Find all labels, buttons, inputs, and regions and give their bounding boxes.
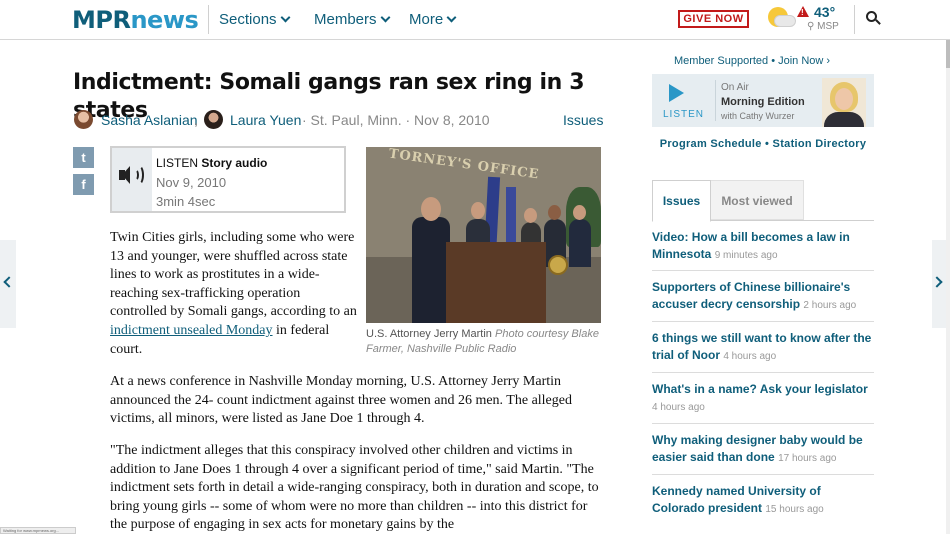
list-item[interactable]: 6 things we still want to know after the… xyxy=(652,330,876,365)
dateline: · St. Paul, Minn. · Nov 8, 2010 xyxy=(302,112,490,128)
host-photo xyxy=(822,78,866,127)
listen-label[interactable]: LISTEN xyxy=(663,109,704,120)
article-paragraph: Twin Cities girls, including some who we… xyxy=(110,230,357,357)
mpr-news-logo[interactable]: MPRnews xyxy=(72,6,199,34)
browser-status-bar: Waiting for www.mprnews.org... xyxy=(0,527,76,534)
list-item[interactable]: Why making designer baby would be easier… xyxy=(652,432,876,467)
location-pin-icon: ⚲ xyxy=(807,21,815,32)
speaker-icon[interactable] xyxy=(112,148,152,211)
header-divider xyxy=(854,5,855,34)
weather-location: ⚲ MSP xyxy=(807,21,839,32)
facebook-icon: f xyxy=(81,177,86,192)
host-name: with Cathy Wurzer xyxy=(721,111,795,121)
partly-cloudy-icon[interactable] xyxy=(766,5,796,31)
site-header: MPRnews Sections Members More GIVE NOW !… xyxy=(0,0,950,40)
chevron-down-icon xyxy=(280,12,290,23)
author-link[interactable]: Sasha Aslanian xyxy=(101,112,198,128)
show-name[interactable]: Morning Edition xyxy=(721,96,805,108)
list-item[interactable]: What's in a name? Ask your legislator 4 h… xyxy=(652,381,876,416)
author-avatar[interactable] xyxy=(74,110,93,129)
facebook-share-button[interactable]: f xyxy=(73,174,94,195)
photo-caption: U.S. Attorney Jerry Martin Photo courtes… xyxy=(366,328,599,355)
scrollbar-thumb[interactable] xyxy=(946,40,950,68)
tab-issues[interactable]: Issues xyxy=(652,180,711,222)
audio-date: Nov 9, 2010 xyxy=(156,175,227,190)
audio-player[interactable]: LISTEN Story audio Nov 9, 2010 3min 4sec xyxy=(110,146,346,213)
audio-duration: 3min 4sec xyxy=(156,194,216,209)
article-paragraph: "The indictment alleges that this conspi… xyxy=(110,443,599,533)
article-paragraph: At a news conference in Nashville Monday… xyxy=(110,374,572,427)
program-schedule-link[interactable]: Program Schedule • Station Directory xyxy=(652,137,874,152)
indictment-link[interactable]: indictment unsealed Monday xyxy=(110,323,273,338)
join-now-link[interactable]: Member Supported • Join Now › xyxy=(674,55,830,67)
chevron-left-icon xyxy=(3,276,15,288)
tab-most-viewed[interactable]: Most viewed xyxy=(711,180,804,220)
list-item[interactable]: Video: How a bill becomes a law in Minne… xyxy=(652,229,876,264)
previous-story-arrow[interactable] xyxy=(0,240,16,328)
author-avatar[interactable] xyxy=(204,110,223,129)
play-icon[interactable] xyxy=(669,84,684,102)
list-item[interactable]: Supporters of Chinese billionaire's accu… xyxy=(652,279,876,314)
search-icon[interactable] xyxy=(866,11,881,25)
on-air-player[interactable]: LISTEN On Air Morning Edition with Cathy… xyxy=(652,74,874,127)
article-photo[interactable]: TORNEY'S OFFICE xyxy=(366,147,601,323)
nav-members[interactable]: Members xyxy=(314,11,390,28)
twitter-share-button[interactable]: t xyxy=(73,147,94,168)
give-now-button[interactable]: GIVE NOW xyxy=(678,10,749,28)
issues-link[interactable]: Issues xyxy=(563,112,603,128)
byline: Sasha Aslanian , Laura Yuen · St. Paul, … xyxy=(74,109,604,131)
chevron-down-icon xyxy=(446,12,457,23)
author-link[interactable]: Laura Yuen xyxy=(230,112,301,128)
sidebar-tabs: Issues Most viewed xyxy=(652,180,874,222)
chevron-down-icon xyxy=(380,12,390,23)
nav-more[interactable]: More xyxy=(409,11,457,28)
list-item[interactable]: Kennedy named University of Colorado pre… xyxy=(652,483,876,518)
doj-seal xyxy=(548,255,568,275)
weather-alert-icon[interactable]: ! xyxy=(797,6,809,17)
page-scrollbar[interactable] xyxy=(946,40,950,534)
nav-sections[interactable]: Sections xyxy=(219,11,290,28)
header-divider xyxy=(208,5,209,34)
twitter-icon: t xyxy=(81,150,86,165)
temperature[interactable]: 43° xyxy=(814,4,835,20)
chevron-right-icon xyxy=(931,276,943,288)
audio-info: LISTEN Story audio Nov 9, 2010 3min 4sec xyxy=(156,156,268,209)
